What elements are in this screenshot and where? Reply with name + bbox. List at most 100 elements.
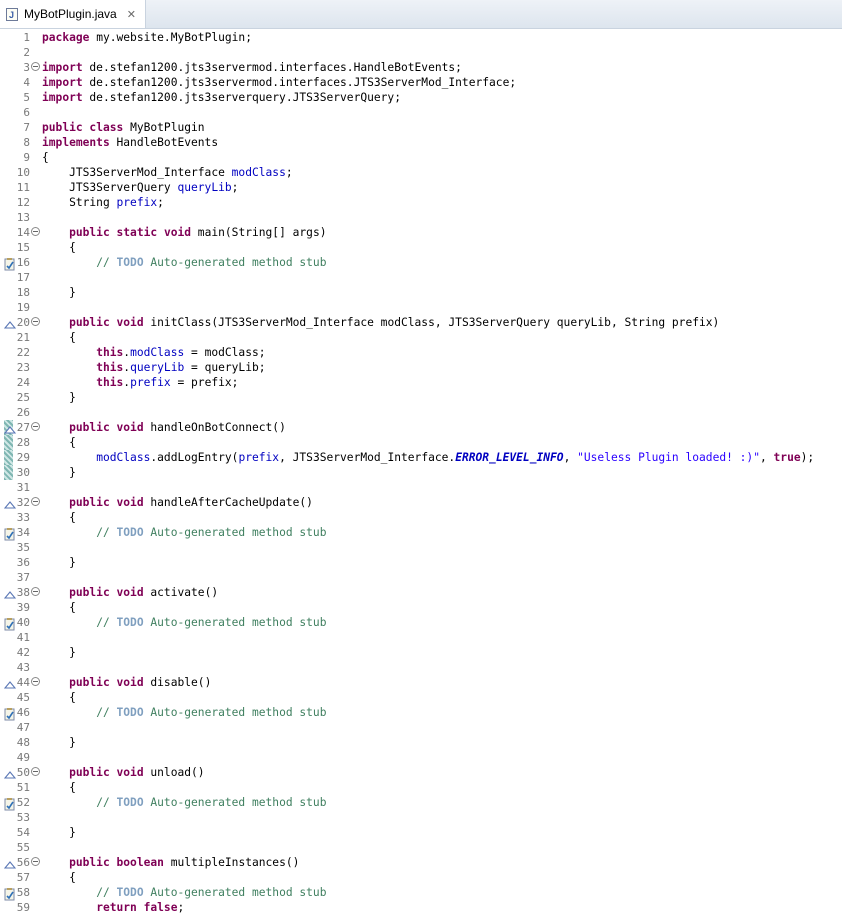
code-line[interactable]: 28 {: [0, 435, 842, 450]
fold-toggle-icon[interactable]: [31, 422, 40, 431]
code-text[interactable]: {: [42, 150, 49, 165]
code-line[interactable]: 39 {: [0, 600, 842, 615]
code-line[interactable]: 36 }: [0, 555, 842, 570]
code-text[interactable]: public void activate(): [42, 585, 218, 600]
code-text[interactable]: this.prefix = prefix;: [42, 375, 238, 390]
code-line[interactable]: 38 public void activate(): [0, 585, 842, 600]
code-line[interactable]: 24 this.prefix = prefix;: [0, 375, 842, 390]
code-line[interactable]: 23 this.queryLib = queryLib;: [0, 360, 842, 375]
code-text[interactable]: public class MyBotPlugin: [42, 120, 205, 135]
code-text[interactable]: public static void main(String[] args): [42, 225, 326, 240]
code-line[interactable]: 49: [0, 750, 842, 765]
code-text[interactable]: // TODO Auto-generated method stub: [42, 885, 326, 900]
code-text[interactable]: this.modClass = modClass;: [42, 345, 265, 360]
code-line[interactable]: 3 import de.stefan1200.jts3servermod.inte…: [0, 60, 842, 75]
code-line[interactable]: 41: [0, 630, 842, 645]
code-text[interactable]: }: [42, 735, 76, 750]
code-line[interactable]: 17: [0, 270, 842, 285]
code-text[interactable]: this.queryLib = queryLib;: [42, 360, 265, 375]
close-icon[interactable]: ✕: [127, 8, 136, 21]
code-text[interactable]: }: [42, 465, 76, 480]
code-line[interactable]: 1 package my.website.MyBotPlugin;: [0, 30, 842, 45]
code-line[interactable]: 13: [0, 210, 842, 225]
code-line[interactable]: 47: [0, 720, 842, 735]
code-text[interactable]: // TODO Auto-generated method stub: [42, 705, 326, 720]
code-text[interactable]: import de.stefan1200.jts3serverquery.JTS…: [42, 90, 401, 105]
code-text[interactable]: {: [42, 510, 76, 525]
code-text[interactable]: }: [42, 285, 76, 300]
code-text[interactable]: // TODO Auto-generated method stub: [42, 795, 326, 810]
code-line[interactable]: 54 }: [0, 825, 842, 840]
code-text[interactable]: return false;: [42, 900, 184, 915]
code-line[interactable]: 4 import de.stefan1200.jts3servermod.inte…: [0, 75, 842, 90]
code-line[interactable]: 22 this.modClass = modClass;: [0, 345, 842, 360]
code-text[interactable]: // TODO Auto-generated method stub: [42, 255, 326, 270]
code-line[interactable]: 15 {: [0, 240, 842, 255]
code-text[interactable]: import de.stefan1200.jts3servermod.inter…: [42, 75, 516, 90]
fold-toggle-icon[interactable]: [31, 497, 40, 506]
code-text[interactable]: {: [42, 330, 76, 345]
code-line[interactable]: 40 // TODO Auto-generated method stub: [0, 615, 842, 631]
code-text[interactable]: public void initClass(JTS3ServerMod_Inte…: [42, 315, 719, 330]
code-line[interactable]: 10 JTS3ServerMod_Interface modClass;: [0, 165, 842, 180]
code-text[interactable]: public void unload(): [42, 765, 204, 780]
code-line[interactable]: 42 }: [0, 645, 842, 660]
code-line[interactable]: 57 {: [0, 870, 842, 885]
fold-toggle-icon[interactable]: [31, 62, 40, 71]
fold-toggle-icon[interactable]: [31, 587, 40, 596]
code-text[interactable]: {: [42, 600, 76, 615]
code-line[interactable]: 34 // TODO Auto-generated method stub: [0, 525, 842, 541]
code-line[interactable]: 11 JTS3ServerQuery queryLib;: [0, 180, 842, 195]
code-line[interactable]: 55: [0, 840, 842, 855]
code-text[interactable]: package my.website.MyBotPlugin;: [42, 30, 252, 45]
code-line[interactable]: 8 implements HandleBotEvents: [0, 135, 842, 150]
code-line[interactable]: 14 public static void main(String[] args…: [0, 225, 842, 240]
code-text[interactable]: {: [42, 780, 76, 795]
fold-toggle-icon[interactable]: [31, 767, 40, 776]
code-text[interactable]: JTS3ServerQuery queryLib;: [42, 180, 238, 195]
code-text[interactable]: import de.stefan1200.jts3servermod.inter…: [42, 60, 462, 75]
code-text[interactable]: JTS3ServerMod_Interface modClass;: [42, 165, 293, 180]
code-line[interactable]: 37: [0, 570, 842, 585]
code-line[interactable]: 16 // TODO Auto-generated method stub: [0, 255, 842, 271]
code-line[interactable]: 9{: [0, 150, 842, 165]
code-line[interactable]: 35: [0, 540, 842, 555]
code-line[interactable]: 59 return false;: [0, 900, 842, 915]
code-text[interactable]: public boolean multipleInstances(): [42, 855, 299, 870]
code-text[interactable]: public void handleOnBotConnect(): [42, 420, 286, 435]
code-line[interactable]: 51 {: [0, 780, 842, 795]
code-line[interactable]: 44 public void disable(): [0, 675, 842, 690]
code-text[interactable]: {: [42, 435, 76, 450]
code-editor[interactable]: 1 package my.website.MyBotPlugin; 2 3 import…: [0, 28, 842, 915]
code-line[interactable]: 20 public void initClass(JTS3ServerMod_I…: [0, 315, 842, 330]
code-text[interactable]: // TODO Auto-generated method stub: [42, 525, 326, 540]
code-text[interactable]: }: [42, 390, 76, 405]
code-text[interactable]: }: [42, 825, 76, 840]
code-text[interactable]: modClass.addLogEntry(prefix, JTS3ServerM…: [42, 450, 814, 465]
code-line[interactable]: 7 public class MyBotPlugin: [0, 120, 842, 135]
code-line[interactable]: 12 String prefix;: [0, 195, 842, 210]
fold-toggle-icon[interactable]: [31, 317, 40, 326]
code-text[interactable]: String prefix;: [42, 195, 164, 210]
code-line[interactable]: 50 public void unload(): [0, 765, 842, 780]
code-line[interactable]: 27 public void handleOnBotConnect(): [0, 420, 842, 435]
code-text[interactable]: }: [42, 555, 76, 570]
code-line[interactable]: 45 {: [0, 690, 842, 705]
code-text[interactable]: implements HandleBotEvents: [42, 135, 218, 150]
code-line[interactable]: 5 import de.stefan1200.jts3serverquery.JT…: [0, 90, 842, 105]
code-line[interactable]: 32 public void handleAfterCacheUpdate(): [0, 495, 842, 510]
fold-toggle-icon[interactable]: [31, 857, 40, 866]
code-line[interactable]: 48 }: [0, 735, 842, 750]
code-line[interactable]: 58 // TODO Auto-generated method stub: [0, 885, 842, 901]
code-line[interactable]: 30 }: [0, 465, 842, 480]
code-line[interactable]: 21 {: [0, 330, 842, 345]
code-text[interactable]: public void disable(): [42, 675, 211, 690]
code-line[interactable]: 2: [0, 45, 842, 60]
tab-mybotplugin-java[interactable]: J MyBotPlugin.java ✕: [0, 0, 146, 28]
code-text[interactable]: // TODO Auto-generated method stub: [42, 615, 326, 630]
code-line[interactable]: 19: [0, 300, 842, 315]
code-line[interactable]: 52 // TODO Auto-generated method stub: [0, 795, 842, 811]
code-text[interactable]: public void handleAfterCacheUpdate(): [42, 495, 313, 510]
code-text[interactable]: {: [42, 240, 76, 255]
code-text[interactable]: }: [42, 645, 76, 660]
